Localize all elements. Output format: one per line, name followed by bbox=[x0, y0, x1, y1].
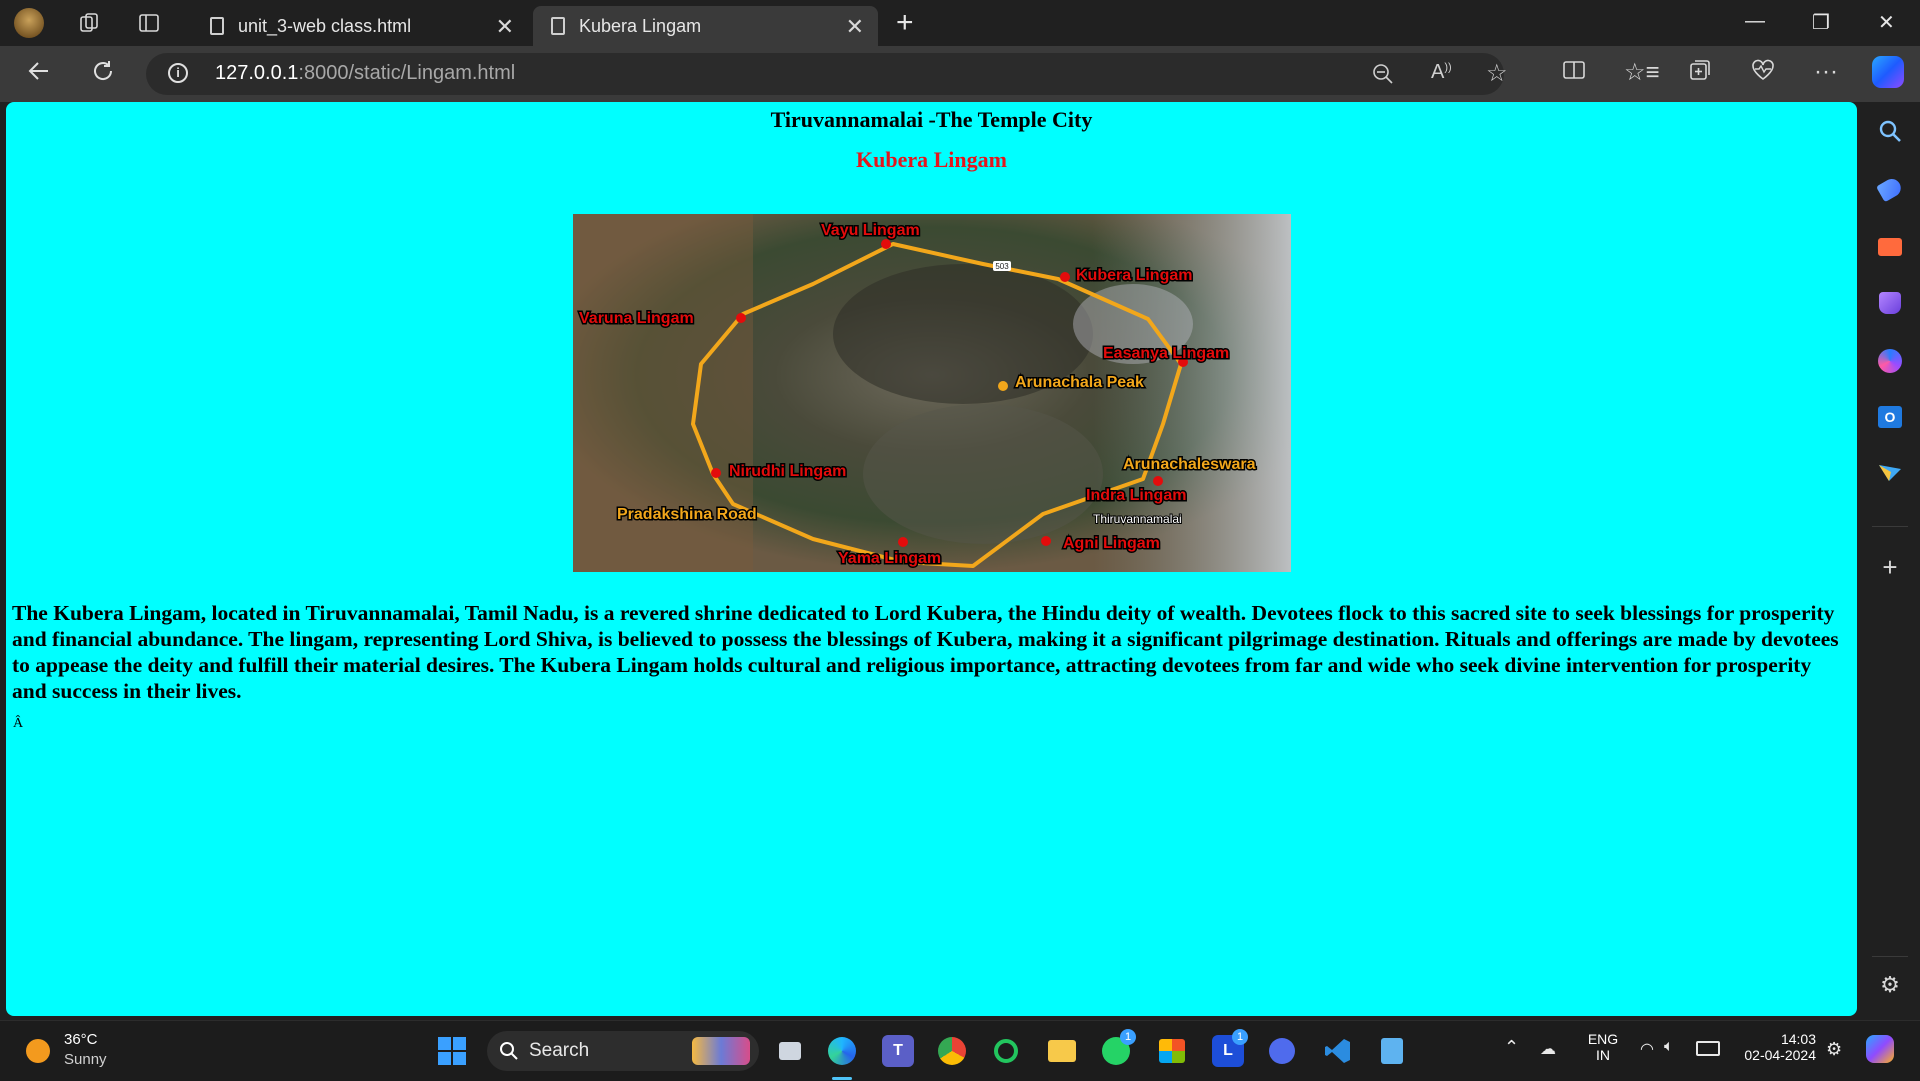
new-tab-button[interactable]: + bbox=[896, 6, 914, 40]
search-highlight-image bbox=[692, 1037, 750, 1065]
copilot-taskbar-icon[interactable] bbox=[1866, 1035, 1894, 1063]
url-path: :8000/static/Lingam.html bbox=[298, 62, 516, 84]
read-aloud-icon[interactable]: A)) bbox=[1431, 61, 1452, 84]
add-sidebar-app-icon[interactable]: + bbox=[1875, 552, 1905, 582]
language-top: ENG bbox=[1587, 1031, 1619, 1047]
document-icon bbox=[210, 17, 224, 35]
page-subtitle: Kubera Lingam bbox=[856, 147, 1007, 172]
url-text[interactable]: 127.0.0.1:8000/static/Lingam.html bbox=[215, 62, 515, 85]
browser-toolbar: i A)) ☆ 127.0.0.1:8000/static/Lingam.htm… bbox=[0, 46, 1920, 102]
windows-taskbar: 36°C Sunny Search T 1 L 1 ⌃ ☁ ENG IN ◠ 🔈… bbox=[0, 1020, 1920, 1081]
edge-browser-icon[interactable] bbox=[826, 1035, 858, 1067]
map-label-agni: Agni Lingam bbox=[1063, 535, 1160, 552]
shopping-tag-icon[interactable] bbox=[1875, 174, 1905, 204]
search-label: Search bbox=[529, 1040, 590, 1061]
launcher-badge: 1 bbox=[1232, 1029, 1248, 1045]
restore-button[interactable]: ❐ bbox=[1812, 10, 1830, 35]
start-windows-icon[interactable] bbox=[436, 1035, 468, 1067]
tab-kubera-lingam[interactable]: Kubera Lingam ✕ bbox=[533, 6, 878, 46]
map-label-indra: Indra Lingam bbox=[1086, 487, 1186, 504]
map-label-pradakshina-road: Pradakshina Road bbox=[617, 506, 757, 523]
weather-temp[interactable]: 36°C bbox=[64, 1031, 98, 1048]
sidebar-divider bbox=[1872, 526, 1908, 527]
clock-time: 14:03 bbox=[1780, 1031, 1816, 1047]
search-icon bbox=[500, 1042, 518, 1060]
whatsapp-badge: 1 bbox=[1120, 1029, 1136, 1045]
site-info-icon[interactable]: i bbox=[168, 63, 188, 83]
url-host: 127.0.0.1 bbox=[215, 62, 299, 84]
chrome-icon[interactable] bbox=[936, 1035, 968, 1067]
weather-desc[interactable]: Sunny bbox=[64, 1051, 107, 1068]
tab-label: unit_3-web class.html bbox=[238, 15, 412, 36]
map-label-arunachaleswara: Arunachaleswara bbox=[1123, 456, 1256, 473]
page-title: Tiruvannamalai -The Temple City bbox=[770, 107, 1093, 132]
copilot-icon[interactable] bbox=[1872, 56, 1904, 88]
map-label-town: Thiruvannamalai bbox=[1093, 512, 1182, 526]
vscode-icon[interactable] bbox=[1322, 1035, 1354, 1067]
microsoft-store-icon[interactable] bbox=[1156, 1035, 1188, 1067]
map-label-nirudhi: Nirudhi Lingam bbox=[729, 463, 846, 480]
search-icon[interactable] bbox=[1875, 116, 1905, 146]
close-tab-icon[interactable]: ✕ bbox=[496, 14, 514, 40]
tab-label: Kubera Lingam bbox=[579, 15, 702, 36]
profile-avatar[interactable] bbox=[14, 8, 44, 38]
tab-unit3-web-class[interactable]: unit_3-web class.html ✕ bbox=[192, 6, 528, 46]
language-indicator[interactable]: ENG IN bbox=[1585, 1031, 1621, 1063]
map-label-yama: Yama Lingam bbox=[838, 550, 941, 567]
stray-character: Â bbox=[13, 716, 24, 731]
route-503-label: 503 bbox=[995, 262, 1009, 271]
app-triangle-icon[interactable] bbox=[1266, 1035, 1298, 1067]
vertical-tabs-icon[interactable] bbox=[134, 8, 164, 38]
app-ring-icon[interactable] bbox=[990, 1035, 1022, 1067]
language-bottom: IN bbox=[1596, 1047, 1610, 1063]
volume-icon[interactable]: 🔈︎ bbox=[1664, 1038, 1674, 1056]
battery-icon[interactable] bbox=[1696, 1041, 1720, 1056]
collections-icon[interactable] bbox=[1688, 58, 1712, 89]
close-tab-icon[interactable]: ✕ bbox=[846, 14, 864, 40]
lingam-map-image: 503 Vayu Lingam Kubera Lingam Varuna Lin… bbox=[573, 214, 1291, 572]
clock[interactable]: 14:03 02-04-2024 bbox=[1736, 1031, 1816, 1063]
show-hidden-icons-chevron-icon[interactable]: ⌃ bbox=[1504, 1037, 1519, 1058]
wifi-icon[interactable]: ◠ bbox=[1640, 1039, 1654, 1059]
notification-settings-icon[interactable]: ⚙ bbox=[1826, 1039, 1842, 1060]
map-label-arunachala-peak: Arunachala Peak bbox=[1015, 374, 1144, 391]
sidebar-settings-gear-icon[interactable]: ⚙ bbox=[1875, 970, 1905, 1000]
back-arrow-icon[interactable] bbox=[26, 58, 52, 91]
sidebar-divider bbox=[1872, 956, 1908, 957]
notepad-icon[interactable] bbox=[1376, 1035, 1408, 1067]
tools-briefcase-icon[interactable] bbox=[1875, 232, 1905, 262]
browser-title-bar: unit_3-web class.html ✕ Kubera Lingam ✕ … bbox=[0, 0, 1920, 46]
send-drop-icon[interactable] bbox=[1875, 458, 1905, 488]
map-label-varuna: Varuna Lingam bbox=[579, 310, 694, 327]
zoom-out-icon[interactable] bbox=[1372, 63, 1394, 85]
document-icon bbox=[551, 17, 565, 35]
split-screen-icon[interactable] bbox=[1562, 58, 1586, 89]
clock-date: 02-04-2024 bbox=[1744, 1047, 1816, 1063]
favorites-icon[interactable]: ☆≡ bbox=[1624, 58, 1660, 87]
onedrive-cloud-icon[interactable]: ☁ bbox=[1540, 1039, 1556, 1059]
teams-icon[interactable]: T bbox=[882, 1035, 914, 1067]
favorite-star-icon[interactable]: ☆ bbox=[1486, 59, 1508, 88]
weather-sun-icon[interactable] bbox=[26, 1039, 50, 1063]
refresh-icon[interactable] bbox=[90, 58, 116, 91]
microsoft-365-icon[interactable] bbox=[1875, 346, 1905, 376]
map-label-kubera: Kubera Lingam bbox=[1076, 267, 1192, 284]
games-icon[interactable] bbox=[1875, 288, 1905, 318]
task-view-icon[interactable] bbox=[774, 1035, 806, 1067]
map-label-easanya: Easanya Lingam bbox=[1103, 345, 1229, 362]
map-label-vayu: Vayu Lingam bbox=[821, 222, 920, 239]
settings-more-icon[interactable]: ··· bbox=[1814, 58, 1838, 86]
browser-essentials-icon[interactable] bbox=[1750, 58, 1776, 89]
file-explorer-icon[interactable] bbox=[1046, 1035, 1078, 1067]
description-paragraph: The Kubera Lingam, located in Tiruvannam… bbox=[12, 601, 1839, 703]
close-window-button[interactable]: ✕ bbox=[1878, 10, 1895, 35]
page-viewport: Tiruvannamalai -The Temple City Kubera L… bbox=[6, 102, 1857, 1016]
taskbar-search-box[interactable]: Search bbox=[487, 1031, 759, 1071]
outlook-icon[interactable]: O bbox=[1875, 402, 1905, 432]
workspaces-icon[interactable] bbox=[74, 8, 104, 38]
edge-sidebar: O + ⚙ bbox=[1860, 102, 1920, 1020]
minimize-button[interactable]: — bbox=[1745, 10, 1765, 33]
